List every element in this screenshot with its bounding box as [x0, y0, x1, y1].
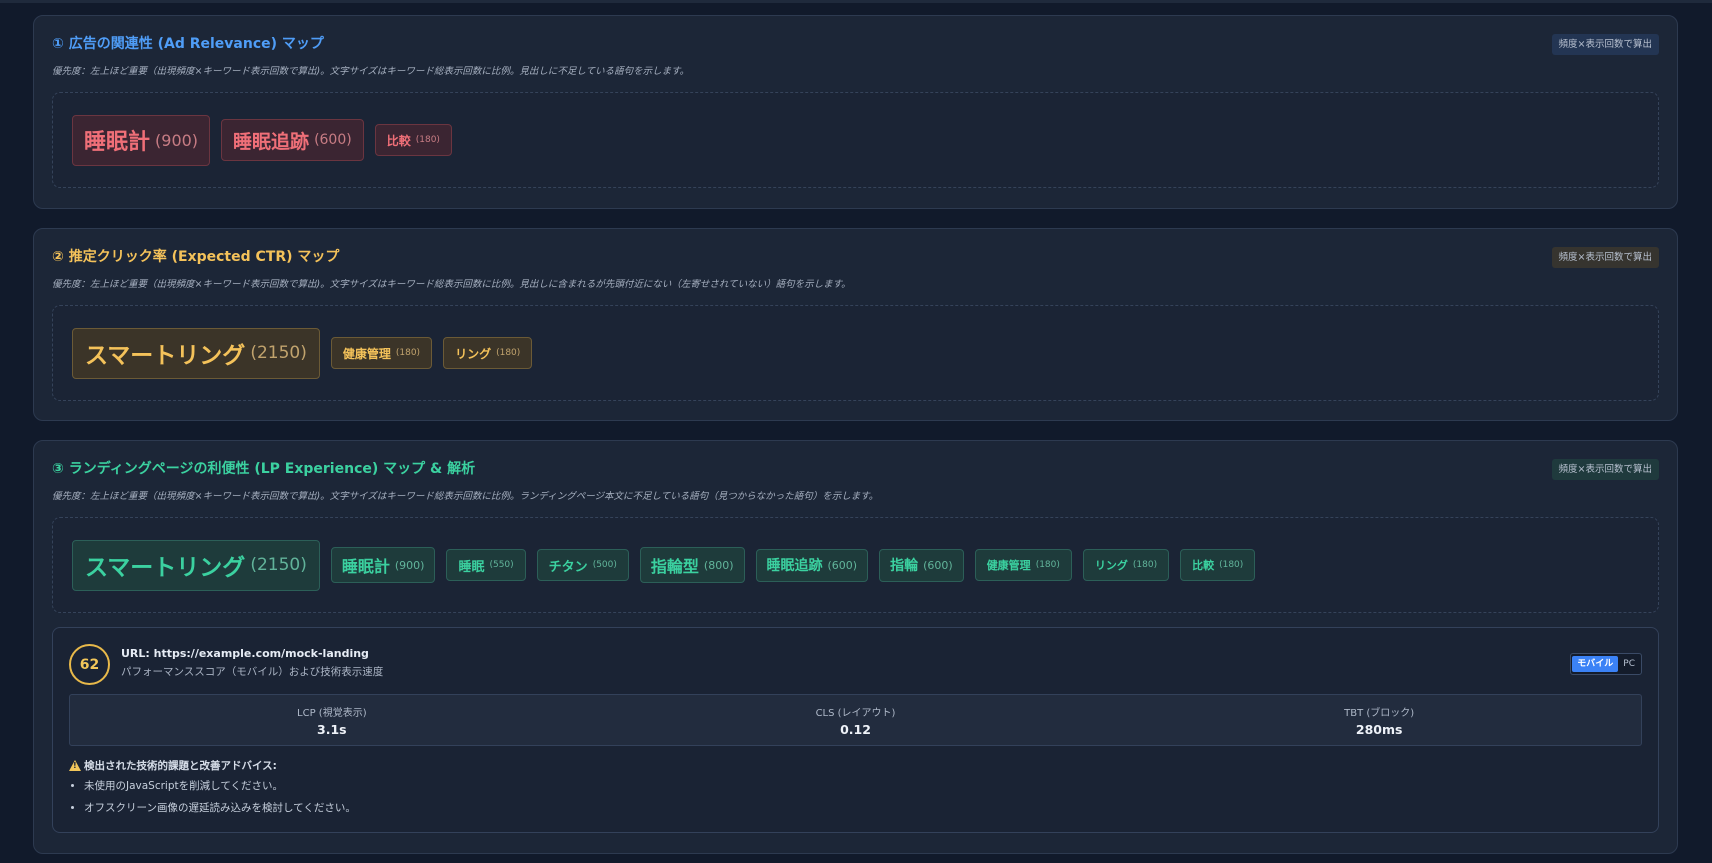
ad-relevance-card: ① 広告の関連性 (Ad Relevance) マップ 頻度×表示回数で算出 優…	[33, 15, 1678, 209]
keyword-text: スマートリング	[85, 343, 246, 369]
keyword-count: (900)	[394, 558, 425, 572]
card-title: ③ ランディングページの利便性 (LP Experience) マップ & 解析	[52, 461, 476, 477]
keyword-chip[interactable]: 健康管理 (180)	[974, 549, 1072, 581]
advice-list: 未使用のJavaScriptを削減してください。 オフスクリーン画像の遅延読み込…	[69, 778, 356, 822]
keyword-text: リング	[1094, 559, 1128, 572]
card-title: ① 広告の関連性 (Ad Relevance) マップ	[52, 36, 324, 52]
keyword-text: 睡眠計	[341, 557, 390, 576]
keyword-chip[interactable]: 睡眠計 (900)	[330, 547, 436, 583]
pc-toggle-button[interactable]: PC	[1618, 656, 1640, 672]
keyword-chip[interactable]: リング (180)	[1082, 549, 1170, 581]
keyword-text: チタン	[548, 559, 588, 575]
card-description: 優先度：左上ほど重要（出現頻度×キーワード表示回数で算出)。文字サイズはキーワー…	[52, 279, 851, 290]
keyword-chip[interactable]: チタン (500)	[536, 549, 629, 581]
performance-subtitle: パフォーマンススコア（モバイル）および技術表示速度	[121, 666, 384, 678]
keyword-count: (180)	[415, 135, 440, 145]
keyword-count: (2150)	[250, 343, 307, 363]
keyword-count: (180)	[496, 348, 521, 358]
keyword-count: (600)	[314, 132, 352, 148]
card-description: 優先度：左上ほど重要（出現頻度×キーワード表示回数で算出)。文字サイズはキーワー…	[52, 491, 879, 502]
keyword-text: 健康管理	[342, 346, 391, 361]
lp-experience-card: ③ ランディングページの利便性 (LP Experience) マップ & 解析…	[33, 440, 1678, 854]
top-border	[0, 0, 1712, 3]
advice-title-text: 検出された技術的課題と改善アドバイス:	[84, 760, 277, 772]
keyword-chip[interactable]: 比較 (180)	[374, 124, 452, 156]
metric-value: 3.1s	[317, 722, 347, 737]
performance-score: 62	[69, 644, 110, 685]
keyword-text: 睡眠追跡	[233, 130, 310, 153]
calc-badge: 頻度×表示回数で算出	[1551, 247, 1659, 268]
keyword-text: 指輪型	[650, 557, 699, 576]
keyword-text: スマートリング	[85, 555, 246, 581]
keyword-chip[interactable]: 睡眠 (550)	[446, 549, 526, 581]
keyword-count: (500)	[592, 560, 617, 570]
calc-badge: 頻度×表示回数で算出	[1551, 459, 1659, 480]
keyword-text: 比較	[1192, 559, 1215, 572]
keyword-count: (800)	[703, 558, 734, 572]
metric-label: CLS (レイアウト)	[815, 708, 896, 719]
keyword-chip[interactable]: 指輪型 (800)	[639, 547, 745, 583]
keyword-count: (550)	[489, 560, 514, 570]
device-toggle: モバイル PC	[1570, 653, 1642, 675]
keyword-chip[interactable]: 比較 (180)	[1180, 549, 1256, 581]
keyword-chip[interactable]: スマートリング (2150)	[72, 327, 320, 379]
keyword-text: 比較	[386, 133, 411, 148]
card-description: 優先度：左上ほど重要（出現頻度×キーワード表示回数で算出)。文字サイズはキーワー…	[52, 66, 690, 77]
keyword-chip[interactable]: 指輪 (600)	[879, 548, 964, 582]
keyword-text: 睡眠追跡	[766, 558, 823, 574]
keyword-chip[interactable]: 睡眠計 (900)	[72, 114, 211, 166]
expected-ctr-card: ② 推定クリック率 (Expected CTR) マップ 頻度×表示回数で算出 …	[33, 228, 1678, 421]
keyword-chip[interactable]: スマートリング (2150)	[72, 539, 320, 591]
metric-tbt: TBT (ブロック) 280ms	[1117, 695, 1641, 745]
metric-label: LCP (視覚表示)	[297, 708, 367, 719]
keyword-chip[interactable]: 健康管理 (180)	[330, 337, 433, 369]
warning-icon	[69, 760, 81, 771]
keyword-text: リング	[455, 346, 492, 361]
metrics-bar: LCP (視覚表示) 3.1s CLS (レイアウト) 0.12 TBT (ブロ…	[69, 694, 1642, 746]
keyword-count: (600)	[923, 558, 953, 572]
card-title: ② 推定クリック率 (Expected CTR) マップ	[52, 249, 340, 265]
keyword-cloud: 睡眠計 (900) 睡眠追跡 (600) 比較 (180)	[52, 92, 1659, 188]
calc-badge: 頻度×表示回数で算出	[1551, 34, 1659, 55]
metric-lcp: LCP (視覚表示) 3.1s	[70, 695, 594, 745]
advice-heading: 検出された技術的課題と改善アドバイス:	[69, 758, 277, 773]
metric-label: TBT (ブロック)	[1344, 708, 1415, 719]
keyword-count: (180)	[1035, 560, 1060, 570]
keyword-count: (900)	[155, 130, 199, 150]
keyword-cloud: スマートリング (2150) 睡眠計 (900) 睡眠 (550) チタン (5…	[52, 517, 1659, 613]
keyword-text: 睡眠計	[84, 130, 151, 155]
metric-value: 280ms	[1355, 722, 1403, 737]
metric-value: 0.12	[840, 722, 871, 737]
keyword-chip[interactable]: 睡眠追跡 (600)	[221, 119, 364, 161]
keyword-chip[interactable]: 睡眠追跡 (600)	[755, 548, 869, 582]
keyword-count: (180)	[1132, 560, 1158, 570]
advice-item: 未使用のJavaScriptを削減してください。	[84, 778, 356, 793]
page-url: URL: https://example.com/mock-landing	[121, 647, 369, 660]
keyword-count: (180)	[395, 348, 421, 358]
keyword-count: (180)	[1219, 560, 1244, 570]
mobile-toggle-button[interactable]: モバイル	[1572, 656, 1619, 672]
keyword-text: 健康管理	[986, 559, 1031, 572]
keyword-count: (2150)	[250, 555, 307, 575]
keyword-chip[interactable]: リング (180)	[443, 337, 533, 369]
keyword-text: 睡眠	[458, 559, 485, 575]
metric-cls: CLS (レイアウト) 0.12	[594, 695, 1118, 745]
keyword-text: 指輪	[890, 558, 919, 574]
advice-item: オフスクリーン画像の遅延読み込みを検討してください。	[84, 800, 356, 815]
keyword-cloud: スマートリング (2150) 健康管理 (180) リング (180)	[52, 305, 1659, 401]
keyword-count: (600)	[827, 558, 858, 572]
performance-panel: 62 URL: https://example.com/mock-landing…	[52, 627, 1659, 833]
